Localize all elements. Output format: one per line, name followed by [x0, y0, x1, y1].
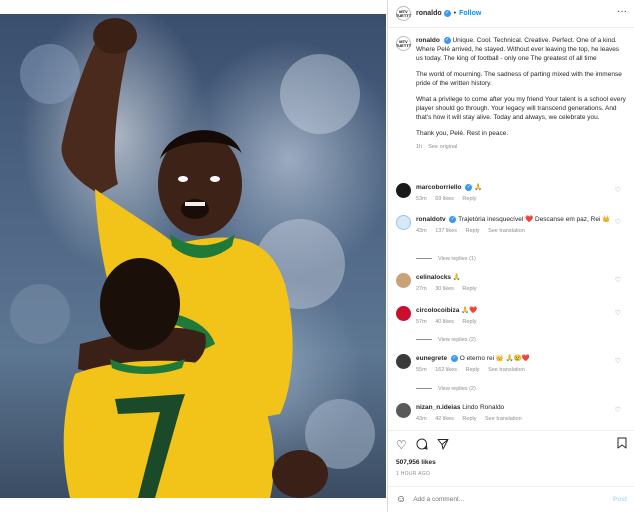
post-caption: MTV TUETTT ronaldo ✓ Unique. Cool. Techn… — [396, 36, 629, 152]
bookmark-icon[interactable] — [617, 437, 627, 452]
commenter-username[interactable]: celinalocks — [416, 274, 451, 281]
comment-input[interactable] — [413, 496, 594, 503]
share-icon[interactable] — [437, 438, 449, 453]
comment-likes[interactable]: 137 likes — [435, 228, 457, 234]
caption-username[interactable]: ronaldo — [416, 37, 440, 44]
comment-item: nizan_n.ideias Lindo Ronaldo 43m 42 like… — [396, 403, 629, 424]
view-replies-button[interactable]: View replies (2) — [416, 337, 476, 343]
commenter-username[interactable]: marcoborriello — [416, 184, 462, 191]
author-avatar[interactable]: MTV TUETTT — [396, 6, 411, 21]
commenter-avatar[interactable] — [396, 306, 411, 321]
view-replies-button[interactable]: View replies (2) — [416, 386, 476, 392]
photo-illustration — [10, 18, 375, 498]
heart-icon[interactable]: ♡ — [615, 309, 621, 317]
commenter-avatar[interactable] — [396, 183, 411, 198]
reply-button[interactable]: Reply — [465, 367, 479, 373]
post-sidebar: MTV TUETTT ronaldo ✓ • Follow ··· MTV TU… — [387, 0, 634, 512]
view-replies-label: View replies (1) — [438, 256, 476, 262]
heart-icon[interactable]: ♡ — [615, 218, 621, 226]
verified-badge-icon: ✓ — [450, 354, 458, 362]
comment-time: 57m — [416, 319, 427, 325]
commenter-avatar[interactable] — [396, 273, 411, 288]
commenter-username[interactable]: nizan_n.ideias — [416, 404, 460, 411]
post-time: 1 HOUR AGO — [396, 471, 431, 477]
reply-button[interactable]: Reply — [462, 319, 476, 325]
reply-button[interactable]: Reply — [462, 416, 476, 422]
comment-text: 🙏 — [452, 274, 461, 281]
verified-badge-icon: ✓ — [443, 36, 451, 44]
verified-badge-icon: ✓ — [443, 10, 451, 17]
comment-item: circolocoibiza 🙏❤️ 57m 40 likes Reply ♡ — [396, 306, 629, 327]
post-header: MTV TUETTT ronaldo ✓ • Follow ··· — [388, 0, 634, 28]
comment-time: 27m — [416, 286, 427, 292]
smiley-icon[interactable]: ☺ — [396, 494, 406, 505]
caption-text: ronaldo ✓ Unique. Cool. Technical. Creat… — [416, 36, 626, 152]
post-button[interactable]: Post — [613, 496, 627, 503]
comment-text: 🙏❤️ — [461, 307, 478, 314]
reply-button[interactable]: Reply — [462, 286, 476, 292]
view-replies-label: View replies (2) — [438, 386, 476, 392]
comment-item: eunegrete ✓ O eterno rei 👑 🙏😢❤️ 55m 162 … — [396, 354, 629, 375]
caption-avatar[interactable]: MTV TUETTT — [396, 36, 411, 51]
caption-time: 1h — [416, 144, 423, 150]
comment-likes[interactable]: 162 likes — [435, 367, 457, 373]
comment-time: 53m — [416, 196, 427, 202]
commenter-username[interactable]: circolocoibiza — [416, 307, 459, 314]
instagram-post-view: MTV TUETTT ronaldo ✓ • Follow ··· MTV TU… — [0, 0, 634, 512]
comment-text: O eterno rei 👑 🙏😢❤️ — [459, 355, 531, 362]
heart-icon[interactable]: ♡ — [615, 186, 621, 194]
comment-text: 🙏 — [474, 184, 483, 191]
see-translation-link[interactable]: See translation — [488, 228, 525, 234]
comment-item: marcoborriello ✓ 🙏 53m 69 likes Reply ♡ — [396, 183, 629, 204]
reply-button[interactable]: Reply — [465, 228, 479, 234]
comment-time: 43m — [416, 416, 427, 422]
verified-badge-icon: ✓ — [465, 183, 473, 191]
replies-line — [416, 388, 432, 390]
comment-time: 55m — [416, 367, 427, 373]
comment-icon[interactable] — [416, 438, 428, 453]
comment-text: Lindo Ronaldo — [462, 404, 505, 411]
comment-likes[interactable]: 40 likes — [435, 319, 454, 325]
caption-paragraph-4: Thank you, Pelé. Rest in peace. — [416, 130, 509, 137]
commenter-avatar[interactable] — [396, 403, 411, 418]
heart-icon[interactable]: ♡ — [615, 406, 621, 414]
post-photo[interactable] — [0, 14, 386, 498]
comment-item: ronaldotv ✓ Trajetória inesquecível ❤️ D… — [396, 215, 629, 236]
caption-paragraph-2: The world of mourning. The sadness of pa… — [416, 71, 622, 87]
see-original-link[interactable]: See original — [428, 144, 457, 150]
comment-likes[interactable]: 30 likes — [435, 286, 454, 292]
author-username[interactable]: ronaldo — [416, 10, 442, 17]
heart-icon[interactable]: ♡ — [396, 438, 407, 453]
separator-dot: • — [453, 10, 457, 17]
see-translation-link[interactable]: See translation — [485, 416, 522, 422]
comment-item: celinalocks 🙏 27m 30 likes Reply ♡ — [396, 273, 629, 294]
caption-meta: 1h See original — [416, 143, 626, 152]
heart-icon[interactable]: ♡ — [615, 276, 621, 284]
replies-line — [416, 258, 432, 260]
reply-button[interactable]: Reply — [462, 196, 476, 202]
follow-button[interactable]: Follow — [459, 10, 481, 17]
add-comment-bar: ☺ Post — [388, 486, 634, 512]
commenter-avatar[interactable] — [396, 354, 411, 369]
commenter-avatar[interactable] — [396, 215, 411, 230]
heart-icon[interactable]: ♡ — [615, 357, 621, 365]
more-icon[interactable]: ··· — [617, 6, 627, 17]
likes-count[interactable]: 507,956 likes — [396, 459, 436, 466]
comment-likes[interactable]: 42 likes — [435, 416, 454, 422]
commenter-username[interactable]: eunegrete — [416, 355, 447, 362]
view-replies-button[interactable]: View replies (1) — [416, 256, 476, 262]
commenter-username[interactable]: ronaldotv — [416, 216, 446, 223]
see-translation-link[interactable]: See translation — [488, 367, 525, 373]
comment-likes[interactable]: 69 likes — [435, 196, 454, 202]
view-replies-label: View replies (2) — [438, 337, 476, 343]
caption-paragraph-3: What a privilege to come after you my fr… — [416, 96, 626, 121]
replies-line — [416, 339, 432, 341]
comment-time: 43m — [416, 228, 427, 234]
photo-bottom-border — [0, 498, 386, 512]
comment-text: Trajetória inesquecível ❤️ Descanse em p… — [458, 216, 611, 223]
post-actions: ♡ 507,956 likes 1 HOUR AGO — [388, 430, 634, 486]
verified-badge-icon: ✓ — [449, 215, 457, 223]
